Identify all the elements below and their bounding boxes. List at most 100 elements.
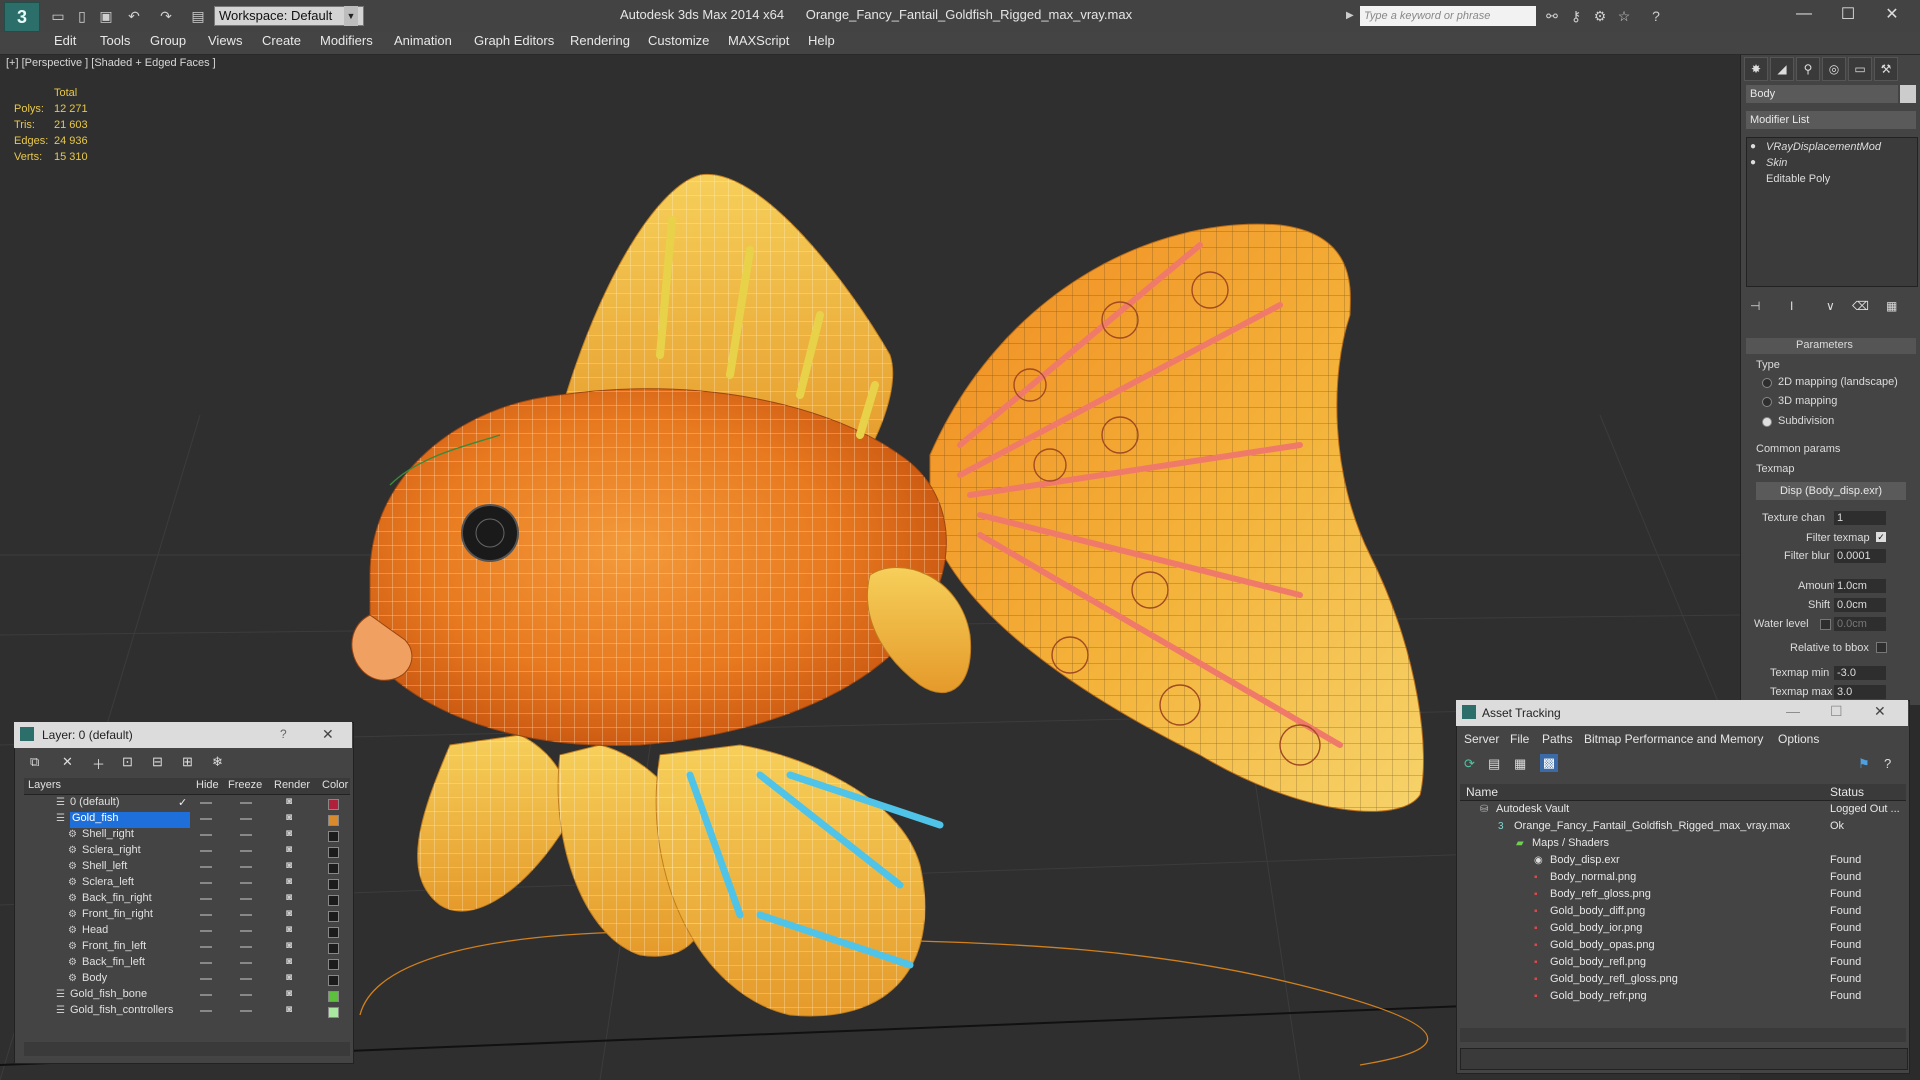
- vault-icon[interactable]: ⚑: [1858, 756, 1870, 772]
- asset-path-field[interactable]: [1460, 1048, 1908, 1070]
- menu-modifiers[interactable]: Modifiers: [320, 33, 373, 48]
- hide-all-icon[interactable]: ⊞: [182, 754, 193, 770]
- texture-chan-spinner[interactable]: 1: [1834, 511, 1886, 525]
- col-status[interactable]: Status: [1830, 785, 1864, 799]
- project-folder-icon[interactable]: ▤: [188, 6, 208, 26]
- freeze-toggle[interactable]: [240, 802, 252, 804]
- col-render[interactable]: Render: [274, 779, 310, 795]
- render-teapot-icon[interactable]: ◙: [286, 828, 292, 839]
- freeze-toggle[interactable]: [240, 1010, 252, 1012]
- freeze-toggle[interactable]: [240, 962, 252, 964]
- motion-tab-icon[interactable]: ◎: [1822, 57, 1846, 81]
- lightbulb-icon[interactable]: ●: [1750, 141, 1756, 152]
- relative-bbox-checkbox[interactable]: [1876, 642, 1887, 653]
- asset-row-name[interactable]: Body_refr_gloss.png: [1550, 888, 1651, 905]
- col-color[interactable]: Color: [322, 779, 348, 795]
- layer-name[interactable]: Gold_fish: [70, 812, 190, 828]
- texmap-min-spinner[interactable]: -3.0: [1834, 666, 1886, 680]
- asset-menu-bitmap[interactable]: Bitmap Performance and Memory: [1584, 732, 1763, 746]
- radio-3d-mapping[interactable]: [1762, 397, 1772, 407]
- render-teapot-icon[interactable]: ◙: [286, 956, 292, 967]
- open-file-icon[interactable]: ▯: [72, 6, 92, 26]
- list-view-icon[interactable]: ▤: [1488, 756, 1500, 772]
- col-hide[interactable]: Hide: [196, 779, 219, 795]
- menu-help[interactable]: Help: [808, 33, 835, 48]
- render-teapot-icon[interactable]: ◙: [286, 812, 292, 823]
- freeze-all-icon[interactable]: ❄: [212, 754, 223, 770]
- asset-menu-server[interactable]: Server: [1464, 732, 1499, 746]
- layer-color-swatch[interactable]: [328, 847, 339, 858]
- menu-animation[interactable]: Animation: [394, 33, 452, 48]
- asset-row-name[interactable]: Gold_body_refl_gloss.png: [1550, 973, 1678, 990]
- hide-toggle[interactable]: [200, 1010, 212, 1012]
- render-teapot-icon[interactable]: ◙: [286, 1004, 292, 1015]
- freeze-toggle[interactable]: [240, 930, 252, 932]
- asset-scrollbar[interactable]: [1460, 1028, 1906, 1042]
- radio-subdivision[interactable]: [1762, 417, 1772, 427]
- layer-color-swatch[interactable]: [328, 943, 339, 954]
- freeze-toggle[interactable]: [240, 834, 252, 836]
- hide-toggle[interactable]: [200, 930, 212, 932]
- layer-name[interactable]: Gold_fish_bone: [70, 988, 147, 1004]
- add-to-layer-icon[interactable]: ＋: [92, 754, 105, 773]
- render-teapot-icon[interactable]: ◙: [286, 796, 292, 807]
- layer-color-swatch[interactable]: [328, 863, 339, 874]
- delete-layer-icon[interactable]: ✕: [62, 754, 73, 770]
- layer-color-swatch[interactable]: [328, 927, 339, 938]
- utilities-tab-icon[interactable]: ⚒: [1874, 57, 1898, 81]
- menu-views[interactable]: Views: [208, 33, 242, 48]
- freeze-toggle[interactable]: [240, 850, 252, 852]
- modifier-list-dropdown[interactable]: Modifier List: [1746, 111, 1916, 129]
- col-name[interactable]: Name: [1466, 785, 1498, 799]
- object-name-field[interactable]: Body: [1746, 85, 1898, 103]
- menu-edit[interactable]: Edit: [54, 33, 76, 48]
- asset-row-name[interactable]: Gold_body_refl.png: [1550, 956, 1646, 973]
- asset-menu-paths[interactable]: Paths: [1542, 732, 1573, 746]
- redo-icon[interactable]: ↷: [156, 6, 176, 26]
- texmap-button[interactable]: Disp (Body_disp.exr): [1756, 482, 1906, 500]
- hide-toggle[interactable]: [200, 946, 212, 948]
- menu-rendering[interactable]: Rendering: [570, 33, 630, 48]
- shift-spinner[interactable]: 0.0cm: [1834, 598, 1886, 612]
- filter-blur-spinner[interactable]: 0.0001: [1834, 549, 1886, 563]
- table-view-icon[interactable]: ▦: [1514, 756, 1526, 772]
- help-icon[interactable]: ?: [1884, 756, 1891, 771]
- render-teapot-icon[interactable]: ◙: [286, 844, 292, 855]
- layer-scrollbar[interactable]: [24, 1042, 350, 1056]
- maximize-icon[interactable]: ☐: [1830, 703, 1843, 720]
- render-teapot-icon[interactable]: ◙: [286, 908, 292, 919]
- layer-color-swatch[interactable]: [328, 1007, 339, 1018]
- minimize-icon[interactable]: —: [1786, 703, 1800, 719]
- freeze-toggle[interactable]: [240, 818, 252, 820]
- select-objects-icon[interactable]: ⊡: [122, 754, 133, 770]
- hide-toggle[interactable]: [200, 978, 212, 980]
- layer-color-swatch[interactable]: [328, 911, 339, 922]
- layer-name[interactable]: Front_fin_right: [82, 908, 153, 924]
- create-tab-icon[interactable]: ✸: [1744, 57, 1768, 81]
- amount-spinner[interactable]: 1.0cm: [1834, 579, 1886, 593]
- save-icon[interactable]: ▣: [96, 6, 116, 26]
- refresh-icon[interactable]: ⟳: [1464, 756, 1475, 772]
- freeze-toggle[interactable]: [240, 978, 252, 980]
- layer-color-swatch[interactable]: [328, 959, 339, 970]
- freeze-toggle[interactable]: [240, 898, 252, 900]
- layer-color-swatch[interactable]: [328, 815, 339, 826]
- hide-toggle[interactable]: [200, 818, 212, 820]
- hide-toggle[interactable]: [200, 882, 212, 884]
- texmap-max-spinner[interactable]: 3.0: [1834, 685, 1886, 699]
- hide-toggle[interactable]: [200, 994, 212, 996]
- hierarchy-tab-icon[interactable]: ⚲: [1796, 57, 1820, 81]
- freeze-toggle[interactable]: [240, 946, 252, 948]
- layer-name[interactable]: Head: [82, 924, 108, 940]
- menu-tools[interactable]: Tools: [100, 33, 130, 48]
- current-layer-check-icon[interactable]: ✓: [178, 796, 187, 809]
- asset-row-name[interactable]: Body_disp.exr: [1550, 854, 1620, 871]
- hide-toggle[interactable]: [200, 898, 212, 900]
- help-icon[interactable]: ?: [1646, 6, 1666, 26]
- hide-toggle[interactable]: [200, 834, 212, 836]
- workspace-dropdown[interactable]: Workspace: Default: [214, 6, 364, 26]
- filter-texmap-checkbox[interactable]: ✓: [1876, 532, 1886, 542]
- minimize-icon[interactable]: —: [1782, 0, 1826, 28]
- maximize-icon[interactable]: ☐: [1826, 0, 1870, 28]
- layer-color-swatch[interactable]: [328, 895, 339, 906]
